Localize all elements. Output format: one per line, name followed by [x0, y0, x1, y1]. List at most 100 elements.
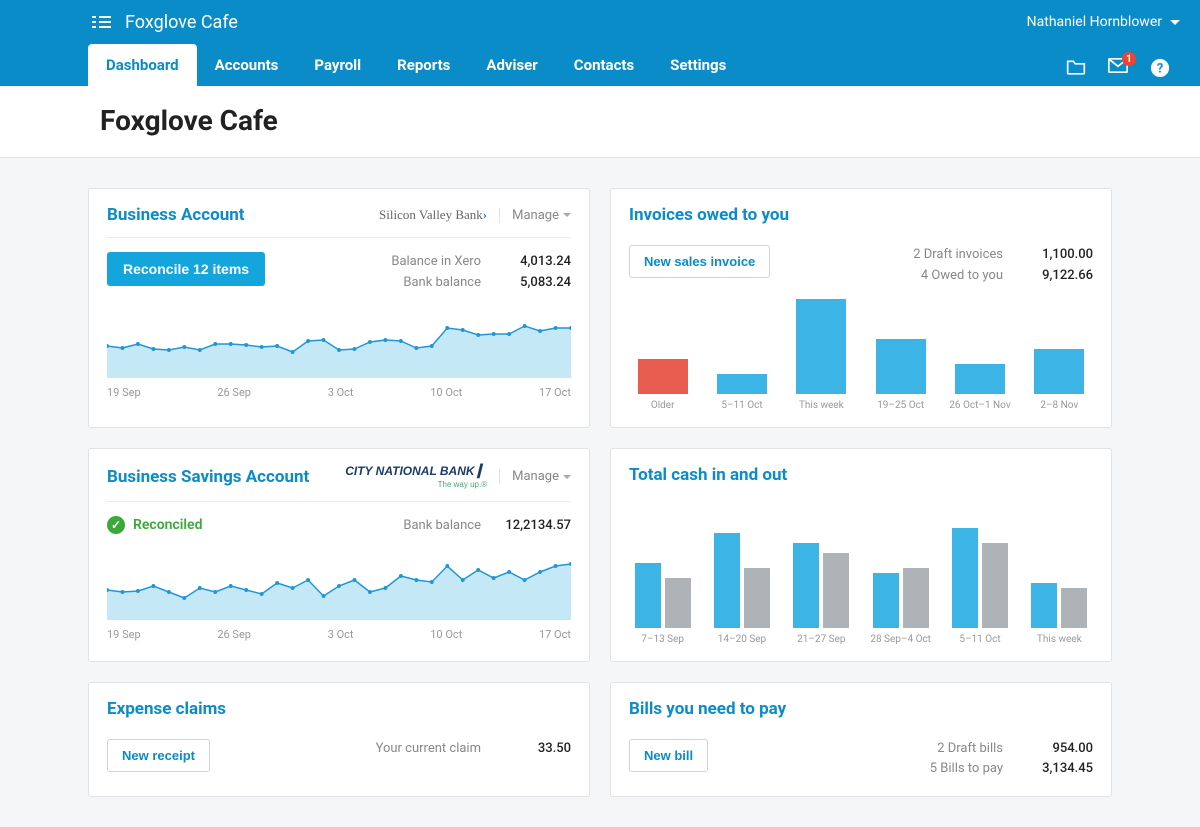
- bar-out[interactable]: [665, 578, 691, 628]
- bar-in[interactable]: [793, 543, 819, 628]
- caret-down-icon: [1170, 20, 1180, 25]
- card-title[interactable]: Bills you need to pay: [629, 699, 786, 719]
- savings-sparkline: 19 Sep 26 Sep 3 Oct 10 Oct 17 Oct: [107, 550, 571, 640]
- bar-in[interactable]: [1031, 583, 1057, 628]
- draft-invoices-value: 1,100.00: [1023, 245, 1093, 266]
- bank-balance-value: 5,083.24: [501, 273, 571, 294]
- svg-text:?: ?: [1157, 62, 1163, 77]
- draft-bills-label: 2 Draft bills: [937, 739, 1003, 760]
- files-icon[interactable]: [1066, 58, 1086, 76]
- bar-label: Older: [651, 400, 675, 411]
- invoice-stats: 2 Draft invoices 1,100.00 4 Owed to you 9,…: [913, 245, 1093, 287]
- tab-contacts[interactable]: Contacts: [556, 44, 652, 86]
- owed-label: 4 Owed to you: [921, 266, 1003, 287]
- reconciled-status: ✓ Reconciled: [107, 516, 202, 534]
- manage-dropdown[interactable]: Manage: [499, 469, 571, 484]
- card-business-savings: Business Savings Account CITY NATIONAL B…: [88, 448, 590, 662]
- tab-settings[interactable]: Settings: [652, 44, 744, 86]
- topbar: Foxglove Cafe Nathaniel Hornblower: [0, 0, 1200, 44]
- bar[interactable]: [955, 364, 1005, 394]
- new-receipt-button[interactable]: New receipt: [107, 739, 210, 772]
- x-label: 10 Oct: [430, 386, 462, 399]
- expense-stats: Your current claim33.50: [376, 739, 571, 760]
- x-label: 17 Oct: [539, 386, 571, 399]
- bar-in[interactable]: [635, 563, 661, 628]
- bar-out[interactable]: [823, 553, 849, 628]
- current-claim-label: Your current claim: [376, 739, 481, 760]
- manage-dropdown[interactable]: Manage: [499, 208, 571, 223]
- bar[interactable]: [876, 339, 926, 394]
- x-label: 26 Sep: [217, 628, 251, 641]
- card-business-account: Business Account Silicon Valley Bank› Ma…: [88, 188, 590, 428]
- tab-adviser[interactable]: Adviser: [468, 44, 555, 86]
- bar-label: 2–8 Nov: [1040, 400, 1078, 411]
- bar-label: This week: [1037, 634, 1082, 645]
- tab-dashboard[interactable]: Dashboard: [88, 44, 197, 86]
- help-icon[interactable]: ?: [1150, 58, 1170, 76]
- new-bill-button[interactable]: New bill: [629, 739, 708, 772]
- topbar-left: Foxglove Cafe: [92, 12, 238, 33]
- card-title[interactable]: Expense claims: [107, 699, 226, 719]
- bar-in[interactable]: [873, 573, 899, 628]
- x-label: 19 Sep: [107, 386, 141, 399]
- card-expense-claims: Expense claims New receipt Your current …: [88, 682, 590, 798]
- card-cashflow: Total cash in and out 7–13 Sep 14–20 Sep…: [610, 448, 1112, 662]
- chevron-right-icon: ›: [483, 207, 487, 222]
- tab-accounts[interactable]: Accounts: [197, 44, 297, 86]
- bank-balance-value: 12,2134.57: [501, 516, 571, 537]
- bar-out[interactable]: [744, 568, 770, 628]
- draft-bills-value: 954.00: [1023, 739, 1093, 760]
- balance-xero-value: 4,013.24: [501, 252, 571, 273]
- bar-label: 7–13 Sep: [641, 634, 684, 645]
- bank-logo-cnb: CITY NATIONAL BANK ▎The way up.®: [345, 465, 487, 489]
- bar[interactable]: [796, 299, 846, 394]
- caret-down-icon: [563, 475, 571, 479]
- notification-badge: 1: [1122, 52, 1136, 66]
- navbar: Dashboard Accounts Payroll Reports Advis…: [0, 44, 1200, 86]
- card-title[interactable]: Business Account: [107, 205, 245, 225]
- org-menu-icon[interactable]: [92, 16, 111, 28]
- x-label: 17 Oct: [539, 628, 571, 641]
- bar-label: 21–27 Sep: [797, 634, 845, 645]
- card-title[interactable]: Business Savings Account: [107, 467, 309, 487]
- x-label: 10 Oct: [430, 628, 462, 641]
- check-circle-icon: ✓: [107, 516, 125, 534]
- owed-value: 9,122.66: [1023, 266, 1093, 287]
- tab-reports[interactable]: Reports: [379, 44, 468, 86]
- nav-tabs: Dashboard Accounts Payroll Reports Advis…: [88, 44, 744, 86]
- user-dropdown[interactable]: Nathaniel Hornblower: [1027, 14, 1180, 30]
- dashboard-grid: Business Account Silicon Valley Bank› Ma…: [0, 158, 1200, 827]
- bar-label: 5–11 Oct: [959, 634, 1000, 645]
- account-sparkline: 19 Sep 26 Sep 3 Oct 10 Oct 17 Oct: [107, 308, 571, 398]
- user-name: Nathaniel Hornblower: [1027, 14, 1162, 30]
- caret-down-icon: [563, 213, 571, 217]
- tab-payroll[interactable]: Payroll: [296, 44, 379, 86]
- new-sales-invoice-button[interactable]: New sales invoice: [629, 245, 770, 278]
- bar-label: 26 Oct–1 Nov: [949, 400, 1010, 411]
- x-label: 26 Sep: [217, 386, 251, 399]
- nav-icons: 1 ?: [1066, 58, 1180, 86]
- notifications-icon[interactable]: 1: [1108, 58, 1128, 76]
- bar-out[interactable]: [903, 568, 929, 628]
- bills-to-pay-value: 3,134.45: [1023, 759, 1093, 780]
- bar[interactable]: [1034, 349, 1084, 394]
- card-title[interactable]: Total cash in and out: [629, 465, 787, 485]
- x-label: 3 Oct: [328, 386, 354, 399]
- card-bills: Bills you need to pay New bill 2 Draft b…: [610, 682, 1112, 798]
- bar-out[interactable]: [982, 543, 1008, 628]
- cashflow-bar-chart: 7–13 Sep 14–20 Sep 21–27 Sep 28 Sep–4 Oc…: [629, 515, 1093, 645]
- org-name[interactable]: Foxglove Cafe: [125, 12, 238, 33]
- x-label: 3 Oct: [328, 628, 354, 641]
- bar-label: 19–25 Oct: [877, 400, 924, 411]
- bar-older[interactable]: [638, 359, 688, 394]
- bar-in[interactable]: [714, 533, 740, 628]
- x-label: 19 Sep: [107, 628, 141, 641]
- bar-in[interactable]: [952, 528, 978, 628]
- bar-out[interactable]: [1061, 588, 1087, 628]
- card-title[interactable]: Invoices owed to you: [629, 205, 789, 225]
- reconcile-button[interactable]: Reconcile 12 items: [107, 252, 265, 286]
- bar[interactable]: [717, 374, 767, 394]
- bank-balance-label: Bank balance: [403, 273, 481, 294]
- card-invoices: Invoices owed to you New sales invoice 2…: [610, 188, 1112, 428]
- draft-invoices-label: 2 Draft invoices: [913, 245, 1003, 266]
